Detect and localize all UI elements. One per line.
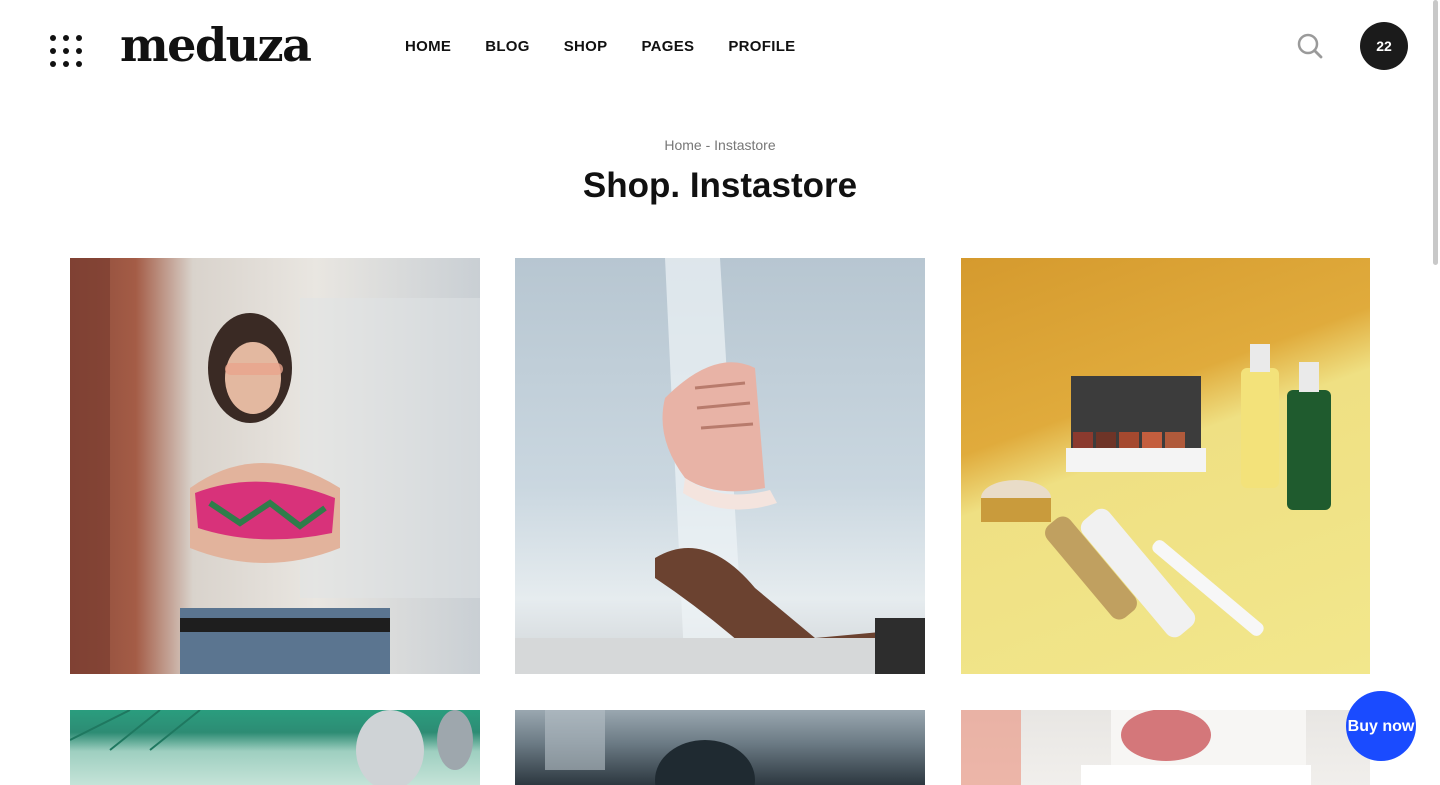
photo-woman-streetwear-icon: [70, 258, 480, 674]
page-title: Shop. Instastore: [582, 166, 858, 205]
breadcrumb-current: Instastore: [714, 137, 776, 153]
breadcrumb: Home - Instastore: [0, 137, 1440, 153]
cart-count: 22: [1376, 38, 1392, 54]
nav-home[interactable]: HOME: [405, 38, 451, 55]
grid-menu-icon[interactable]: [50, 35, 82, 67]
product-tile-1[interactable]: [70, 258, 480, 674]
scrollbar[interactable]: [1433, 0, 1438, 265]
breadcrumb-separator: -: [701, 137, 715, 153]
photo-green-tiles-icon: [70, 710, 473, 785]
nav-profile[interactable]: PROFILE: [728, 38, 795, 55]
main-nav: HOME BLOG SHOP PAGES PROFILE: [405, 38, 795, 55]
product-tile-3[interactable]: [961, 258, 1370, 674]
nav-blog[interactable]: BLOG: [485, 38, 530, 55]
photo-woman-hair-icon: [545, 710, 755, 785]
cart-button[interactable]: 22: [1360, 22, 1408, 70]
site-logo[interactable]: meduza: [120, 22, 312, 68]
product-tile-6[interactable]: [961, 710, 1370, 785]
product-tile-4[interactable]: [70, 710, 480, 785]
photo-pink-sneaker-icon: [515, 258, 925, 674]
product-tile-2[interactable]: [515, 258, 925, 674]
nav-shop[interactable]: SHOP: [564, 38, 608, 55]
buy-now-button[interactable]: Buy now: [1346, 691, 1416, 761]
nav-pages[interactable]: PAGES: [641, 38, 694, 55]
product-tile-5[interactable]: [515, 710, 925, 785]
search-icon[interactable]: [1296, 32, 1324, 60]
photo-blush-compact-icon: [961, 710, 1311, 785]
photo-cosmetics-icon: [981, 344, 1331, 638]
breadcrumb-home[interactable]: Home: [664, 137, 701, 153]
